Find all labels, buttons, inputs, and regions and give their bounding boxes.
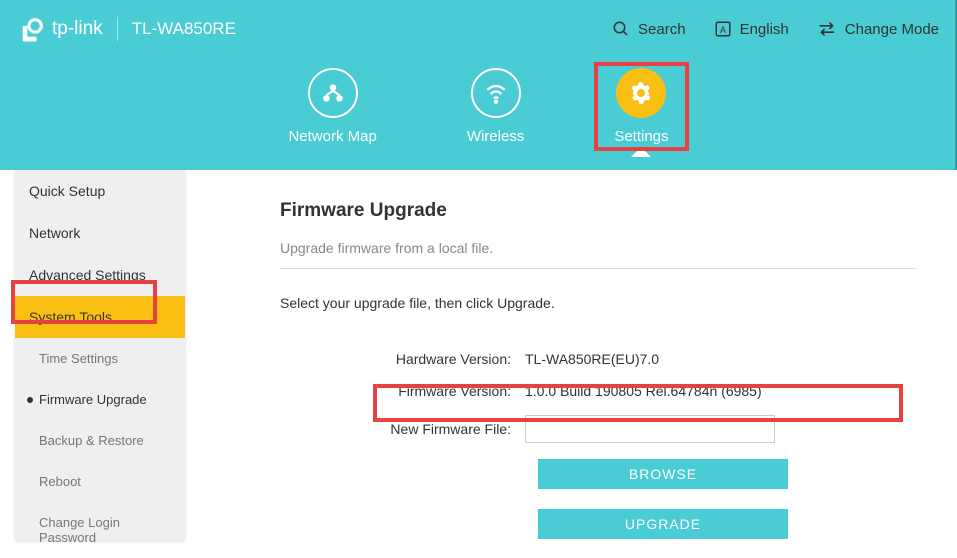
- nav-settings[interactable]: Settings: [614, 68, 668, 145]
- sidebar-item-quick-setup[interactable]: Quick Setup: [15, 170, 185, 212]
- logo: tp-link: [18, 15, 103, 43]
- form-area: Hardware Version: TL-WA850RE(EU)7.0 Firm…: [280, 351, 917, 443]
- new-firmware-row: New Firmware File:: [280, 415, 917, 443]
- nav-wireless[interactable]: Wireless: [467, 68, 525, 145]
- navbar: Network Map Wireless Settings: [0, 58, 957, 170]
- nav-label: Wireless: [467, 128, 525, 145]
- language-button[interactable]: A English: [714, 20, 789, 38]
- hardware-version-row: Hardware Version: TL-WA850RE(EU)7.0: [280, 351, 917, 367]
- nav-label: Network Map: [288, 128, 376, 145]
- change-mode-label: Change Mode: [845, 21, 939, 38]
- new-firmware-input[interactable]: [525, 415, 775, 443]
- upgrade-button[interactable]: UPGRADE: [538, 509, 788, 539]
- sidebar-item-system-tools[interactable]: System Tools: [15, 296, 185, 338]
- language-icon: A: [714, 20, 732, 38]
- nav-network-map[interactable]: Network Map: [288, 68, 376, 145]
- brand-text: tp-link: [52, 18, 103, 40]
- firmware-version-row: Firmware Version: 1.0.0 Build 190805 Rel…: [280, 383, 917, 399]
- sidebar-item-login[interactable]: Change Login Password: [15, 502, 185, 558]
- sidebar-item-reboot[interactable]: Reboot: [15, 461, 185, 502]
- network-map-icon: [308, 68, 358, 118]
- browse-button[interactable]: BROWSE: [538, 459, 788, 489]
- main-area: Quick Setup Network Advanced Settings Sy…: [15, 170, 957, 540]
- page-description: Upgrade firmware from a local file.: [280, 240, 917, 269]
- header-bar: tp-link TL-WA850RE Search A English Chan…: [0, 0, 957, 58]
- highlight-box: [594, 62, 688, 151]
- search-label: Search: [638, 21, 686, 38]
- sidebar-item-advanced[interactable]: Advanced Settings: [15, 254, 185, 296]
- sidebar-item-network[interactable]: Network: [15, 212, 185, 254]
- hardware-version-label: Hardware Version:: [280, 351, 525, 367]
- sidebar-item-time[interactable]: Time Settings: [15, 338, 185, 379]
- content: Firmware Upgrade Upgrade firmware from a…: [185, 170, 957, 540]
- firmware-version-value: 1.0.0 Build 190805 Rel.64784n (6985): [525, 383, 762, 399]
- sidebar-item-firmware[interactable]: Firmware Upgrade: [15, 379, 185, 420]
- new-firmware-label: New Firmware File:: [280, 421, 525, 437]
- hardware-version-value: TL-WA850RE(EU)7.0: [525, 351, 659, 367]
- sidebar-item-backup[interactable]: Backup & Restore: [15, 420, 185, 461]
- model-name: TL-WA850RE: [132, 19, 236, 39]
- svg-text:A: A: [720, 25, 726, 35]
- page-title: Firmware Upgrade: [280, 200, 917, 222]
- search-button[interactable]: Search: [612, 20, 686, 38]
- wireless-icon: [471, 68, 521, 118]
- change-mode-button[interactable]: Change Mode: [817, 21, 939, 38]
- sidebar: Quick Setup Network Advanced Settings Sy…: [15, 170, 185, 540]
- firmware-version-label: Firmware Version:: [280, 383, 525, 399]
- language-label: English: [740, 21, 789, 38]
- tp-link-logo-icon: [18, 15, 46, 43]
- divider: [117, 17, 118, 41]
- search-icon: [612, 20, 630, 38]
- change-mode-icon: [817, 21, 837, 37]
- instruction-text: Select your upgrade file, then click Upg…: [280, 295, 917, 311]
